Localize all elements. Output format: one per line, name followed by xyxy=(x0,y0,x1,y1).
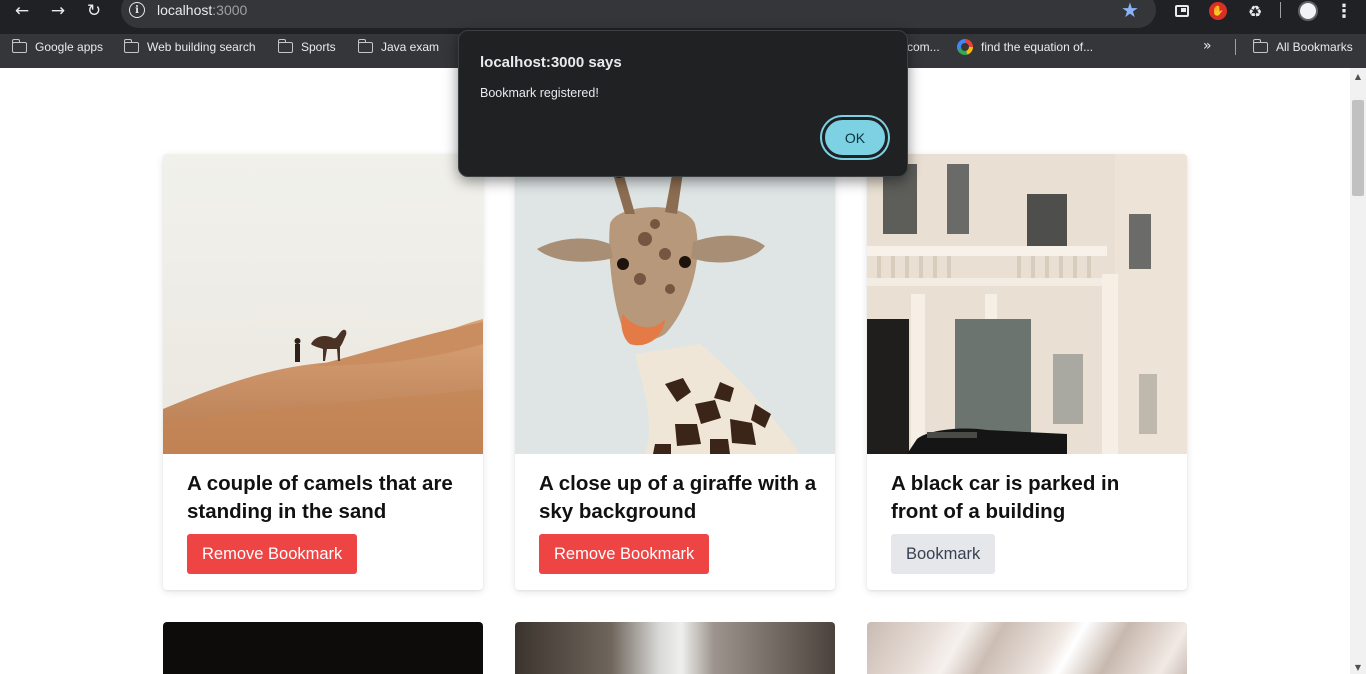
giraffe-photo xyxy=(515,154,835,454)
back-arrow-icon[interactable]: ← xyxy=(7,0,37,22)
toolbar-divider xyxy=(1280,2,1281,18)
scroll-down-arrow-icon[interactable]: ▼ xyxy=(1350,663,1366,672)
bookmark-label: find the equation of... xyxy=(981,40,1094,54)
building-car-photo xyxy=(867,154,1187,454)
bookmark-find-equation[interactable]: find the equation of... xyxy=(957,34,1093,60)
desert-camels-photo xyxy=(163,154,483,454)
bookmark-sports[interactable]: Sports xyxy=(277,34,336,60)
remove-bookmark-button[interactable]: Remove Bookmark xyxy=(187,534,358,574)
all-bookmarks[interactable]: All Bookmarks xyxy=(1252,34,1353,60)
folder-icon xyxy=(123,38,139,53)
bookmark-label: Java exam xyxy=(381,40,440,54)
card-title: A couple of camels that are standing in … xyxy=(187,472,453,523)
image-card: A couple of camels that are standing in … xyxy=(163,154,483,590)
bookmark-web-building-search[interactable]: Web building search xyxy=(123,34,256,60)
puzzle-icon[interactable]: ♻ xyxy=(1243,0,1267,22)
bookmark-label: Sports xyxy=(301,40,336,54)
url-host: localhost xyxy=(157,2,213,18)
alert-dialog: localhost:3000 says Bookmark registered!… xyxy=(458,30,908,177)
address-bar[interactable] xyxy=(121,0,1156,28)
scroll-thumb[interactable] xyxy=(1352,100,1364,196)
star-icon[interactable]: ★ xyxy=(1121,0,1139,21)
bookmark-label: All Bookmarks xyxy=(1276,40,1353,54)
browser-toolbar: ← → ↻ i localhost:3000 ★ ✋ ♻ ⋮ xyxy=(0,0,1366,34)
card-title: A black car is parked in front of a buil… xyxy=(891,472,1120,523)
bookmark-label: Google apps xyxy=(35,40,104,54)
image-card: A black car is parked in front of a buil… xyxy=(867,154,1187,590)
reload-icon[interactable]: ↻ xyxy=(79,0,109,22)
bookmark-partial[interactable]: com... xyxy=(907,34,940,60)
light-beams-photo xyxy=(867,622,1187,674)
remove-bookmark-button[interactable]: Remove Bookmark xyxy=(539,534,710,574)
folder-icon xyxy=(11,38,27,53)
bookmark-label: Web building search xyxy=(147,40,256,54)
folder-icon xyxy=(357,38,373,53)
kebab-menu-icon[interactable]: ⋮ xyxy=(1332,0,1356,22)
bookmark-button[interactable]: Bookmark xyxy=(891,534,996,574)
bookmark-java-exam[interactable]: Java exam xyxy=(357,34,440,60)
page-scrollbar[interactable]: ▲ ▼ xyxy=(1350,68,1366,674)
avatar-icon[interactable] xyxy=(1296,0,1320,22)
dialog-title: localhost:3000 says xyxy=(480,54,622,71)
image-card: A close up of a giraffe with a sky backg… xyxy=(515,154,835,590)
bookmarks-divider xyxy=(1235,39,1236,55)
card-title: A close up of a giraffe with a sky backg… xyxy=(539,472,817,523)
url-text[interactable]: localhost:3000 xyxy=(157,2,247,18)
folder-icon xyxy=(1252,38,1268,53)
forward-arrow-icon[interactable]: → xyxy=(43,0,73,22)
folder-icon xyxy=(277,38,293,53)
dark-photo xyxy=(163,622,483,674)
google-icon xyxy=(957,39,973,55)
bookmark-google-apps[interactable]: Google apps xyxy=(11,34,104,60)
stop-extension-icon[interactable]: ✋ xyxy=(1206,0,1230,22)
ok-button[interactable]: OK xyxy=(822,117,888,158)
dialog-message: Bookmark registered! xyxy=(480,86,599,100)
tab-search-icon[interactable] xyxy=(1170,0,1194,22)
chevron-double-right-icon[interactable]: » xyxy=(1203,38,1212,54)
url-port: :3000 xyxy=(212,2,248,18)
bookmark-label: com... xyxy=(907,40,940,54)
waterfall-photo xyxy=(515,622,835,674)
scroll-up-arrow-icon[interactable]: ▲ xyxy=(1350,72,1366,81)
info-icon[interactable]: i xyxy=(129,2,145,18)
